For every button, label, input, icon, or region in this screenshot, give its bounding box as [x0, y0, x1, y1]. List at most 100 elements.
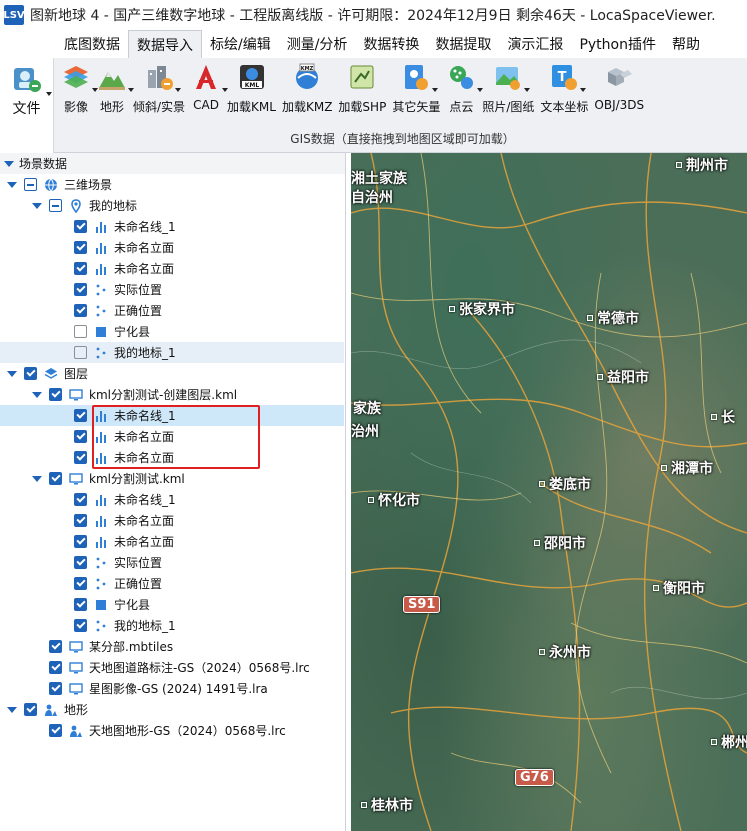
tree-node-label: 正确位置 [114, 577, 163, 591]
menu-tab-6[interactable]: 演示汇报 [499, 30, 571, 58]
tree-node[interactable]: 三维场景 [0, 174, 344, 195]
tree-checkbox[interactable] [74, 283, 87, 296]
menu-tab-8[interactable]: 帮助 [664, 30, 708, 58]
expand-arrow-icon[interactable] [6, 704, 18, 716]
tree-node[interactable]: 未命名立面 [0, 510, 344, 531]
tree-checkbox[interactable] [49, 682, 62, 695]
tree-node[interactable]: 我的地标_1 [0, 342, 344, 363]
tree-checkbox[interactable] [74, 346, 87, 359]
tree-node-label: 正确位置 [114, 304, 163, 318]
tree-checkbox[interactable] [49, 388, 62, 401]
tree-checkbox[interactable] [74, 598, 87, 611]
tree-node[interactable]: 地形 [0, 699, 344, 720]
points-icon [94, 304, 108, 318]
ribbon-button-11[interactable]: OBJ/3DS [591, 58, 647, 118]
pointcloud-icon [446, 62, 484, 92]
scene-data-panel: 场景数据 三维场景 我的地标 未命名线_1 未命名立面 未命名立面 实际位置 正确位置 宁化县… [0, 153, 346, 831]
ribbon-button-7[interactable]: 其它矢量 [389, 58, 443, 118]
ribbon-button-8[interactable]: 点云 [443, 58, 484, 118]
expand-arrow-icon[interactable] [31, 473, 43, 485]
tree-node[interactable]: kml分割测试-创建图层.kml [0, 384, 344, 405]
tree-checkbox[interactable] [49, 472, 62, 485]
ribbon-button-0[interactable]: 影像 [58, 58, 98, 118]
tree-checkbox[interactable] [49, 724, 62, 737]
tree-checkbox[interactable] [74, 241, 87, 254]
expand-arrow-icon[interactable] [6, 179, 18, 191]
tree-checkbox[interactable] [74, 262, 87, 275]
chart-icon [94, 430, 108, 444]
tree-node[interactable]: 未命名线_1 [0, 216, 344, 237]
menu-tab-0[interactable]: 底图数据 [56, 30, 128, 58]
map-view[interactable]: 荆州市 张家界市 常德市 益阳市 湘潭市 娄底市 怀化市 邵阳市 衡阳市 永州市 郴州 桂林市 长 湘土家… [351, 153, 747, 831]
oblique-icon [144, 62, 182, 92]
city-marker-icon [711, 739, 717, 745]
tree-checkbox[interactable] [49, 199, 62, 212]
tree-checkbox[interactable] [49, 640, 62, 653]
tree-checkbox[interactable] [74, 430, 87, 443]
tree-checkbox[interactable] [74, 619, 87, 632]
chart-icon [94, 514, 108, 528]
menu-tab-7[interactable]: Python插件 [571, 30, 664, 58]
tree-node-label: 我的地标_1 [114, 346, 176, 360]
menu-tab-4[interactable]: 数据转换 [355, 30, 427, 58]
tree-node[interactable]: 天地图地形-GS（2024）0568号.lrc [0, 720, 344, 741]
tree-node[interactable]: 实际位置 [0, 552, 344, 573]
tree-node[interactable]: 未命名线_1 [0, 489, 344, 510]
tree-node[interactable]: 我的地标_1 [0, 615, 344, 636]
menu-tab-2[interactable]: 标绘/编辑 [202, 30, 279, 58]
tree-node[interactable]: 未命名线_1 [0, 405, 344, 426]
tree-node[interactable]: 未命名立面 [0, 426, 344, 447]
highway-shield: S91 [403, 596, 441, 613]
tree-checkbox[interactable] [74, 493, 87, 506]
panel-header[interactable]: 场景数据 [0, 153, 345, 174]
tree-node[interactable]: 宁化县 [0, 594, 344, 615]
tree-checkbox[interactable] [74, 556, 87, 569]
tree-checkbox[interactable] [74, 409, 87, 422]
tree-node[interactable]: 图层 [0, 363, 344, 384]
expand-arrow-icon[interactable] [31, 389, 43, 401]
tree-checkbox[interactable] [74, 451, 87, 464]
ribbon-button-10[interactable]: T 文本坐标 [537, 58, 591, 118]
tree-checkbox[interactable] [74, 577, 87, 590]
ribbon-button-4[interactable]: KML 加载KML [224, 58, 279, 118]
tree-checkbox[interactable] [49, 661, 62, 674]
tree-node[interactable]: 实际位置 [0, 279, 344, 300]
tree-node[interactable]: 未命名立面 [0, 258, 344, 279]
expand-arrow-icon[interactable] [31, 200, 43, 212]
tree-checkbox[interactable] [74, 304, 87, 317]
tree-node[interactable]: 未命名立面 [0, 447, 344, 468]
ribbon-button-3[interactable]: CAD [188, 58, 229, 118]
tree-node[interactable]: 星图影像-GS (2024) 1491号.lra [0, 678, 344, 699]
tree-node[interactable]: 某分部.mbtiles [0, 636, 344, 657]
tree-checkbox[interactable] [74, 325, 87, 338]
tree-node[interactable]: 正确位置 [0, 573, 344, 594]
tree-checkbox[interactable] [74, 535, 87, 548]
dropdown-caret-icon [175, 88, 182, 92]
ribbon-button-2[interactable]: 倾斜/实景 [130, 58, 188, 118]
ribbon-button-label: 点云 [449, 100, 474, 114]
tree-node[interactable]: 宁化县 [0, 321, 344, 342]
tree-node[interactable]: 我的地标 [0, 195, 344, 216]
tree-checkbox[interactable] [24, 178, 37, 191]
ribbon-button-6[interactable]: 加载SHP [335, 58, 389, 118]
tree-node[interactable]: 正确位置 [0, 300, 344, 321]
menu-tab-1[interactable]: 数据导入 [128, 30, 202, 58]
ribbon-button-9[interactable]: 照片/图纸 [479, 58, 537, 118]
file-button[interactable]: 文件 [0, 58, 54, 153]
tree-checkbox[interactable] [24, 367, 37, 380]
ribbon-button-1[interactable]: 地形 [94, 58, 134, 118]
tree-node[interactable]: 天地图道路标注-GS（2024）0568号.lrc [0, 657, 344, 678]
tree-node[interactable]: 未命名立面 [0, 531, 344, 552]
highway-shield: G76 [515, 769, 554, 786]
tree-node[interactable]: kml分割测试.kml [0, 468, 344, 489]
tree-checkbox[interactable] [74, 514, 87, 527]
menu-tab-3[interactable]: 测量/分析 [279, 30, 356, 58]
ribbon-button-5[interactable]: KMZ 加载KMZ [279, 58, 335, 118]
tree-node[interactable]: 未命名立面 [0, 237, 344, 258]
expand-arrow-icon[interactable] [6, 368, 18, 380]
tree-checkbox[interactable] [24, 703, 37, 716]
menu-tab-5[interactable]: 数据提取 [427, 30, 499, 58]
tree-checkbox[interactable] [74, 220, 87, 233]
ribbon-button-label: OBJ/3DS [594, 98, 645, 112]
